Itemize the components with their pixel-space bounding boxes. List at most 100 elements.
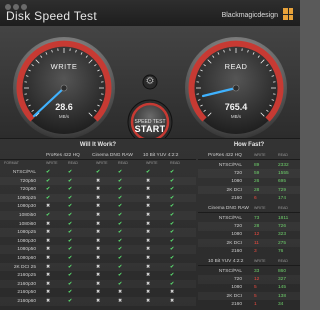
- check-icon: ✔: [118, 230, 123, 236]
- cross-icon: ✖: [96, 187, 101, 193]
- how-fast-row: 2160 6 174: [198, 194, 300, 203]
- cross-icon: ✖: [146, 273, 151, 279]
- cross-icon: ✖: [146, 256, 151, 261]
- col-label: WRITE: [96, 161, 108, 165]
- col-label: WRITE: [146, 161, 158, 165]
- how-fast-col-label: WRITE: [254, 259, 266, 263]
- check-icon: ✔: [68, 247, 73, 253]
- check-icon: ✔: [118, 281, 123, 287]
- check-icon: ✔: [68, 238, 73, 244]
- check-icon: ✔: [146, 170, 151, 175]
- read-fps-value: 138: [278, 293, 287, 299]
- will-it-work-table: ProRes 422 HQ Cinema DNG RAW 10 Bit YUV …: [0, 151, 196, 310]
- format-label: 720: [233, 277, 242, 283]
- format-label: 720p60: [19, 187, 36, 193]
- col-label: READ: [170, 161, 180, 165]
- write-fps-value: 73: [254, 216, 260, 221]
- cross-icon: ✖: [96, 230, 101, 236]
- check-icon: ✔: [68, 178, 73, 184]
- will-it-work-header: ProRes 422 HQ Cinema DNG RAW 10 Bit YUV …: [0, 151, 196, 160]
- will-it-work-row: 2K DCI 25 ✖ ✔ ✖ ✔ ✖ ✔: [0, 263, 196, 272]
- check-icon: ✔: [170, 230, 175, 236]
- cross-icon: ✖: [46, 264, 51, 270]
- cross-icon: ✖: [146, 187, 151, 193]
- check-icon: ✔: [170, 204, 175, 210]
- how-fast-group-name: Cinema DNG RAW: [208, 206, 249, 211]
- group-header-10bit: 10 Bit YUV 4:2:2: [143, 153, 179, 158]
- format-label: 1080: [231, 232, 242, 238]
- check-icon: ✔: [68, 281, 73, 287]
- col-label: WRITE: [46, 161, 58, 165]
- check-icon: ✔: [118, 256, 123, 261]
- cross-icon: ✖: [146, 238, 151, 244]
- cross-icon: ✖: [146, 290, 151, 296]
- write-fps-value: 12: [254, 232, 260, 238]
- format-label: 2160p25: [17, 273, 36, 279]
- format-label: 1080i60: [18, 221, 36, 227]
- check-icon: ✔: [46, 213, 51, 218]
- read-fps-value: 34: [278, 301, 284, 307]
- will-it-work-title: Will It Work?: [79, 142, 117, 148]
- how-fast-group-header: Cinema DNG RAW WRITE READ: [198, 204, 300, 213]
- cross-icon: ✖: [96, 281, 101, 287]
- start-button-label: START: [134, 124, 166, 134]
- check-icon: ✔: [68, 299, 73, 304]
- cross-icon: ✖: [146, 204, 151, 210]
- read-fps-value: 76: [278, 248, 284, 254]
- check-icon: ✔: [118, 273, 123, 279]
- cross-icon: ✖: [96, 299, 101, 304]
- cross-icon: ✖: [96, 213, 101, 218]
- format-label: 1080p30: [17, 204, 36, 210]
- check-icon: ✔: [118, 195, 123, 201]
- cross-icon: ✖: [46, 273, 51, 279]
- cross-icon: ✖: [146, 281, 151, 287]
- write-fps-value: 12: [254, 277, 260, 283]
- check-icon: ✔: [118, 213, 123, 218]
- will-it-work-row: 2160p60 ✖ ✔ ✖ ✖ ✖ ✖: [0, 297, 196, 306]
- blackmagic-logo-icon: [283, 8, 293, 20]
- write-fps-value: 59: [254, 171, 260, 177]
- format-label: NTSC/PAL: [218, 163, 242, 168]
- app-title: Disk Speed Test: [6, 9, 97, 23]
- format-label: 1080i50: [18, 213, 36, 218]
- check-icon: ✔: [68, 170, 73, 175]
- will-it-work-row: 2160p25 ✖ ✔ ✖ ✔ ✖ ✔: [0, 271, 196, 280]
- check-icon: ✔: [68, 213, 73, 218]
- settings-gear-icon[interactable]: ⚙: [145, 77, 155, 87]
- cross-icon: ✖: [146, 213, 151, 218]
- cross-icon: ✖: [96, 264, 101, 270]
- check-icon: ✔: [96, 170, 101, 175]
- format-label: 2K DCI: [226, 240, 242, 246]
- cross-icon: ✖: [96, 273, 101, 279]
- format-label: 1080p50: [17, 247, 36, 253]
- check-icon: ✔: [46, 170, 51, 175]
- format-label: 720p50: [19, 178, 36, 184]
- cross-icon: ✖: [96, 247, 101, 253]
- cross-icon: ✖: [146, 299, 151, 304]
- will-it-work-row: 2160p50 ✖ ✔ ✖ ✖ ✖ ✖: [0, 288, 196, 297]
- cross-icon: ✖: [46, 221, 51, 227]
- cross-icon: ✖: [96, 256, 101, 261]
- read-label: READ: [224, 62, 248, 71]
- group-header-cinemadng: Cinema DNG RAW: [92, 153, 133, 158]
- format-label: 2160: [231, 248, 242, 254]
- format-label: 2160: [231, 195, 242, 201]
- check-icon: ✔: [68, 256, 73, 261]
- app-window: Disk Speed Test Blackmagicdesign WRITE 2…: [0, 0, 300, 310]
- cross-icon: ✖: [170, 299, 175, 304]
- how-fast-col-label: READ: [278, 259, 288, 263]
- cross-icon: ✖: [96, 238, 101, 244]
- write-fps-value: 3: [254, 248, 257, 254]
- cross-icon: ✖: [118, 290, 123, 296]
- read-fps-value: 275: [278, 240, 287, 246]
- read-fps-value: 2332: [278, 163, 289, 168]
- format-label: 1080: [231, 179, 242, 185]
- check-icon: ✔: [170, 187, 175, 193]
- how-fast-col-label: WRITE: [254, 206, 266, 210]
- will-it-work-row: 2160p30 ✖ ✔ ✖ ✔ ✖ ✔: [0, 280, 196, 289]
- cross-icon: ✖: [170, 290, 175, 296]
- cross-icon: ✖: [146, 264, 151, 270]
- check-icon: ✔: [170, 195, 175, 201]
- read-fps-value: 695: [278, 179, 287, 185]
- cross-icon: ✖: [96, 221, 101, 227]
